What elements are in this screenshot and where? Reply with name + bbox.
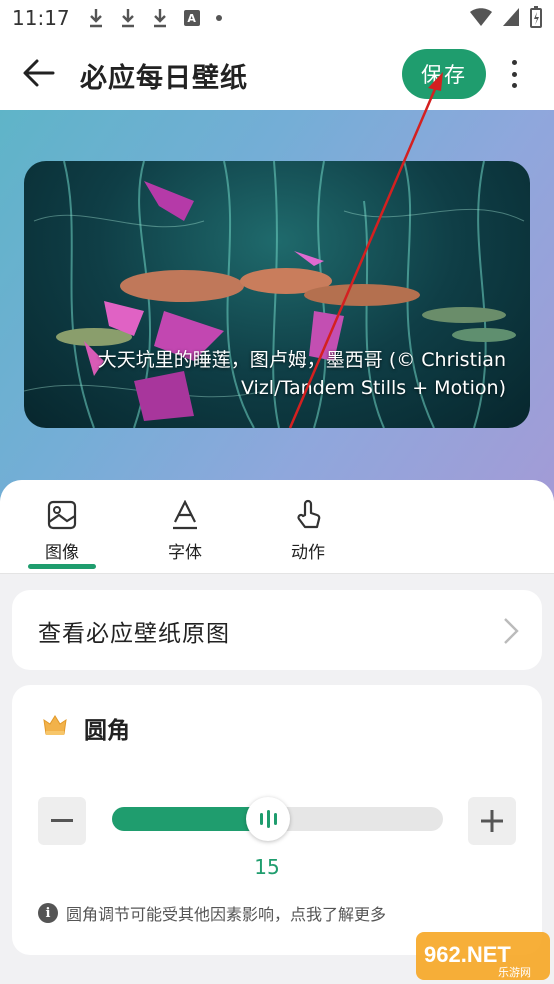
view-original-label: 查看必应壁纸原图	[38, 621, 230, 647]
settings-sheet: 图像 字体 动作 查看必应壁纸原图 圆角 15 i 圆角调节可能受其他因素影响，…	[0, 480, 554, 984]
download-icon	[120, 8, 136, 28]
signal-icon	[503, 8, 519, 26]
slider-value: 15	[254, 855, 280, 879]
info-icon: i	[38, 903, 58, 923]
page-title: 必应每日壁纸	[80, 63, 248, 94]
wallpaper-preview-image: 大天坑里的睡莲，图卢姆，墨西哥 (© Christian Vizl/Tandem…	[24, 161, 530, 428]
status-bar: 11:17 A	[0, 0, 554, 36]
watermark-logo: 962.NET 乐游网	[416, 932, 550, 980]
corner-radius-slider[interactable]	[112, 797, 443, 841]
wallpaper-preview-area: 大天坑里的睡莲，图卢姆，墨西哥 (© Christian Vizl/Tandem…	[0, 110, 554, 510]
app-notification-icon: A	[183, 10, 200, 26]
corner-radius-hint[interactable]: i 圆角调节可能受其他因素影响，点我了解更多	[38, 901, 386, 925]
status-system-icons	[470, 6, 542, 28]
slider-fill	[112, 807, 268, 831]
save-button[interactable]: 保存	[402, 49, 486, 99]
minus-icon	[51, 819, 73, 822]
tab-image[interactable]: 图像	[17, 498, 107, 568]
back-arrow-icon	[23, 59, 55, 87]
tab-label: 字体	[168, 543, 202, 563]
hint-text: 圆角调节可能受其他因素影响，点我了解更多	[66, 905, 387, 924]
image-icon	[47, 498, 77, 532]
active-tab-indicator	[28, 564, 96, 569]
tab-label: 图像	[45, 543, 79, 563]
slider-thumb[interactable]	[246, 797, 290, 841]
tab-action[interactable]: 动作	[263, 498, 353, 568]
wifi-icon	[470, 8, 492, 26]
more-options-button[interactable]	[504, 58, 524, 90]
download-icon	[88, 8, 104, 28]
corner-radius-card: 圆角 15 i 圆角调节可能受其他因素影响，点我了解更多	[12, 685, 542, 955]
tab-font[interactable]: 字体	[140, 498, 230, 568]
more-notifications-dot-icon	[215, 15, 222, 21]
font-icon	[170, 498, 200, 532]
app-bar: 必应每日壁纸 保存	[0, 36, 554, 110]
svg-text:962.NET: 962.NET	[424, 942, 511, 967]
battery-icon	[530, 6, 542, 28]
view-original-wallpaper-row[interactable]: 查看必应壁纸原图	[12, 590, 542, 670]
crown-icon	[43, 715, 67, 735]
status-notification-icons: A	[88, 8, 222, 28]
tab-bar: 图像 字体 动作	[0, 480, 554, 574]
status-time: 11:17	[12, 6, 70, 30]
decrease-button[interactable]	[38, 797, 86, 845]
svg-text:乐游网: 乐游网	[498, 966, 531, 979]
touch-icon	[293, 498, 323, 532]
download-icon	[152, 8, 168, 28]
wallpaper-caption: 大天坑里的睡莲，图卢姆，墨西哥 (© Christian Vizl/Tandem…	[97, 349, 506, 399]
increase-button[interactable]	[468, 797, 516, 845]
tab-label: 动作	[291, 543, 325, 563]
chevron-right-icon	[504, 618, 519, 644]
plus-icon	[481, 810, 503, 832]
back-button[interactable]	[22, 58, 56, 88]
corner-radius-title: 圆角	[84, 718, 130, 744]
more-vert-icon	[511, 60, 517, 65]
